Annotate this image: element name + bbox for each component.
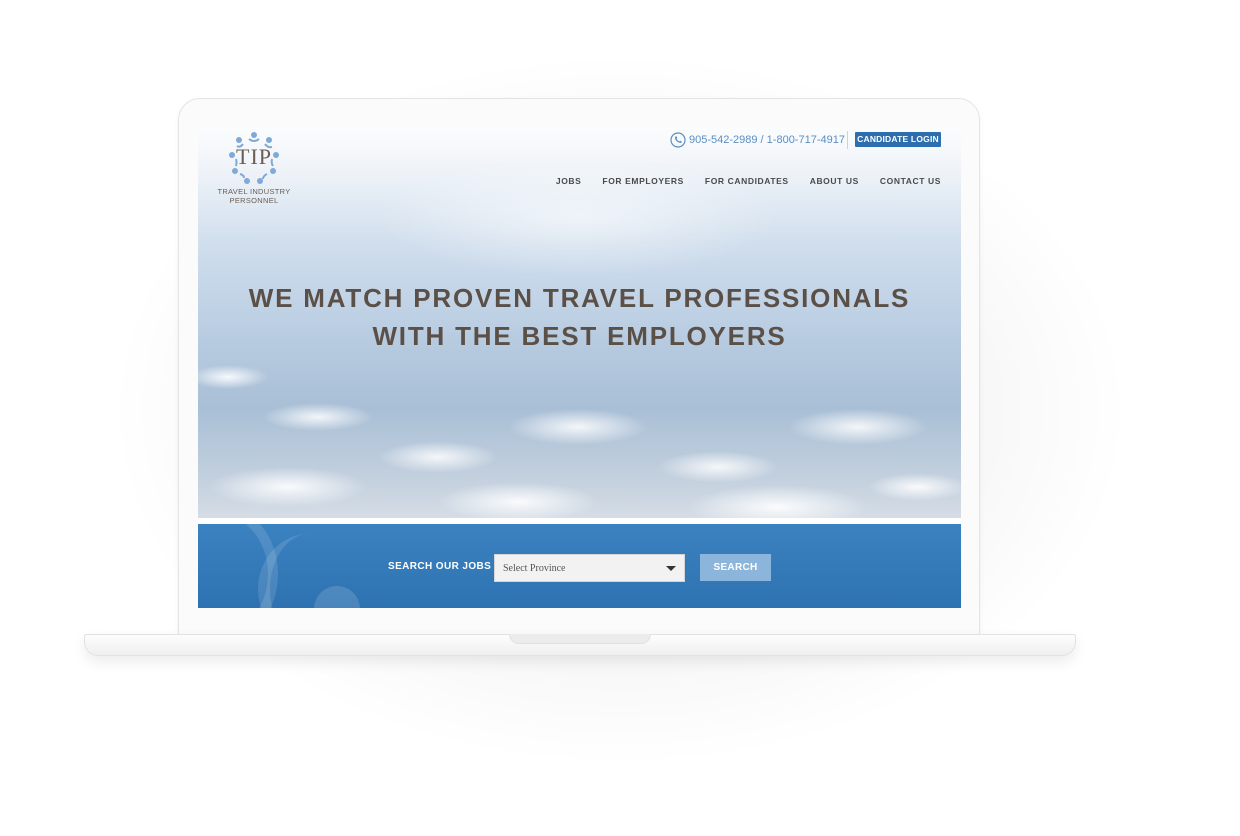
- website-screen: TIP TRAVEL INDUSTRY PERSONNEL 905-542-29…: [198, 127, 961, 608]
- hero-headline-line2: WITH THE BEST EMPLOYERS: [372, 321, 787, 351]
- hero-headline-line1: WE MATCH PROVEN TRAVEL PROFESSIONALS: [248, 283, 911, 313]
- nav-item-for-candidates[interactable]: FOR CANDIDATES: [705, 176, 789, 186]
- province-select-value: Select Province: [503, 563, 566, 574]
- nav-item-for-employers[interactable]: FOR EMPLOYERS: [602, 176, 683, 186]
- main-nav: JOBS FOR EMPLOYERS FOR CANDIDATES ABOUT …: [556, 176, 941, 186]
- phone-numbers[interactable]: 905-542-2989 / 1-800-717-4917: [689, 134, 845, 146]
- nav-item-contact-us[interactable]: CONTACT US: [880, 176, 941, 186]
- logo-caption-line2: PERSONNEL: [229, 196, 279, 205]
- search-label: SEARCH OUR JOBS: [388, 561, 492, 572]
- laptop-notch: [509, 634, 651, 644]
- province-select[interactable]: Select Province: [494, 554, 685, 582]
- logo-caption: TRAVEL INDUSTRY PERSONNEL: [216, 187, 292, 205]
- candidate-login-button[interactable]: CANDIDATE LOGIN: [855, 132, 941, 147]
- phone-contact[interactable]: 905-542-2989 / 1-800-717-4917: [670, 132, 845, 148]
- nav-item-jobs[interactable]: JOBS: [556, 176, 582, 186]
- chevron-down-icon: [666, 566, 676, 571]
- logo-wordmark: TIP: [236, 144, 272, 169]
- hero-headline: WE MATCH PROVEN TRAVEL PROFESSIONALS WIT…: [198, 279, 961, 355]
- search-button[interactable]: SEARCH: [700, 554, 771, 581]
- logo-mark: TIP: [227, 131, 281, 185]
- phone-icon: [670, 132, 686, 148]
- site-logo[interactable]: TIP TRAVEL INDUSTRY PERSONNEL: [216, 131, 292, 205]
- utility-divider: [847, 131, 848, 149]
- job-search-band: SEARCH OUR JOBS Select Province SEARCH: [198, 524, 961, 608]
- logo-caption-line1: TRAVEL INDUSTRY: [217, 187, 291, 196]
- nav-item-about-us[interactable]: ABOUT US: [810, 176, 859, 186]
